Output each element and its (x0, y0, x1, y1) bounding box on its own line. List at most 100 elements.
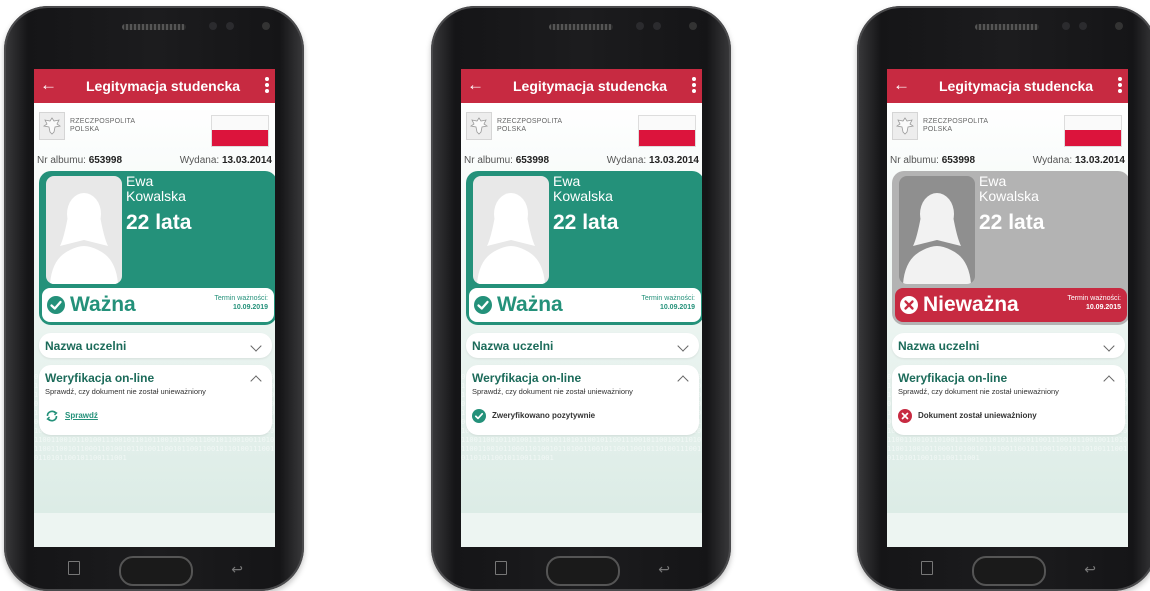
verification-title: Weryfikacja on-line (898, 371, 1008, 385)
chevron-down-icon[interactable] (1103, 340, 1115, 352)
university-panel[interactable]: Nazwa uczelni (892, 333, 1125, 358)
status-label: Ważna (497, 293, 563, 316)
recent-apps-icon[interactable] (495, 561, 507, 575)
university-panel[interactable]: Nazwa uczelni (466, 333, 699, 358)
arrow-left-icon[interactable]: ← (40, 75, 57, 95)
eagle-emblem-icon (892, 112, 918, 140)
validity-status: Ważna Termin ważności: 10.09.2019 (469, 288, 701, 322)
more-vert-icon[interactable] (1116, 75, 1124, 97)
student-age: 22 lata (979, 211, 1045, 234)
verification-title: Weryfikacja on-line (472, 371, 582, 385)
back-icon[interactable]: ↩ (231, 561, 243, 578)
flag-poland-icon (211, 115, 269, 147)
phone-mockup: ← Legitymacja studencka 010110110001101001… (431, 6, 731, 591)
verification-action-text: Dokument został unieważniony (918, 411, 1037, 420)
chevron-down-icon[interactable] (250, 340, 262, 352)
id-card: Ewa Kowalska 22 lata Ważna Termin ważności: 1… (39, 171, 275, 325)
front-camera (1115, 22, 1123, 30)
x-circle-icon (898, 409, 912, 423)
chevron-up-icon[interactable] (677, 375, 689, 387)
id-content: 0101101100011010010110100110010110011001… (34, 103, 275, 513)
phone-mockup: ← Legitymacja studencka 010110110001101001… (857, 6, 1150, 591)
check-circle-icon (474, 296, 492, 314)
university-label: Nazwa uczelni (472, 339, 554, 353)
front-camera (689, 22, 697, 30)
album-number: Nr albumu: 653998 (890, 155, 976, 166)
verification-action-text: Sprawdź (65, 411, 98, 420)
phone-nav-bar: ↩ (34, 547, 275, 591)
check-circle-icon (472, 409, 486, 423)
student-name: Ewa Kowalska (979, 173, 1039, 204)
more-vert-icon[interactable] (690, 75, 698, 97)
verification-title: Weryfikacja on-line (45, 371, 155, 385)
app-bar: ← Legitymacja studencka (34, 69, 275, 103)
phone-mockup: ← Legitymacja studencka 010110110001101001… (4, 6, 304, 591)
phone-nav-bar: ↩ (887, 547, 1128, 591)
expiry-date: Termin ważności: 10.09.2015 (1067, 295, 1121, 311)
recent-apps-icon[interactable] (921, 561, 933, 575)
id-card: Ewa Kowalska 22 lata Nieważna Termin ważnośc… (892, 171, 1128, 325)
front-sensor (209, 22, 217, 30)
validity-status: Ważna Termin ważności: 10.09.2019 (42, 288, 274, 322)
earpiece-speaker (549, 24, 613, 30)
phone-screen: ← Legitymacja studencka 010110110001101001… (34, 69, 275, 547)
student-name: Ewa Kowalska (553, 173, 613, 204)
eagle-emblem-icon (466, 112, 492, 140)
country-name: RZECZPOSPOLITA POLSKA (497, 118, 563, 133)
student-name: Ewa Kowalska (126, 173, 186, 204)
student-age: 22 lata (553, 211, 619, 234)
flag-poland-icon (1064, 115, 1122, 147)
arrow-left-icon[interactable]: ← (467, 75, 484, 95)
album-number: Nr albumu: 653998 (37, 155, 123, 166)
app-bar: ← Legitymacja studencka (887, 69, 1128, 103)
status-label: Ważna (70, 293, 136, 316)
id-content: 0101101100011010010110100110010110011001… (461, 103, 702, 513)
student-photo (46, 176, 122, 284)
expiry-date: Termin ważności: 10.09.2019 (214, 295, 268, 311)
home-button[interactable] (972, 556, 1046, 586)
front-sensor (1079, 22, 1087, 30)
expiry-date: Termin ważności: 10.09.2019 (641, 295, 695, 311)
issue-date: Wydana: 13.03.2014 (179, 155, 272, 166)
more-vert-icon[interactable] (263, 75, 271, 97)
app-title: Legitymacja studencka (86, 78, 241, 94)
back-icon[interactable]: ↩ (1084, 561, 1096, 578)
app-title: Legitymacja studencka (513, 78, 668, 94)
front-sensor (653, 22, 661, 30)
issue-date: Wydana: 13.03.2014 (1032, 155, 1125, 166)
front-camera (262, 22, 270, 30)
country-name: RZECZPOSPOLITA POLSKA (70, 118, 136, 133)
chevron-up-icon[interactable] (250, 375, 262, 387)
verification-panel: Weryfikacja on-line Sprawdź, czy dokument… (466, 365, 699, 435)
country-name: RZECZPOSPOLITA POLSKA (923, 118, 989, 133)
validity-status: Nieważna Termin ważności: 10.09.2015 (895, 288, 1127, 322)
verification-description: Sprawdź, czy dokument nie został unieważ… (898, 387, 1059, 396)
chevron-down-icon[interactable] (677, 340, 689, 352)
student-photo (473, 176, 549, 284)
phone-nav-bar: ↩ (461, 547, 702, 591)
university-panel[interactable]: Nazwa uczelni (39, 333, 272, 358)
student-photo (899, 176, 975, 284)
id-card: Ewa Kowalska 22 lata Ważna Termin ważności: 1… (466, 171, 702, 325)
verification-panel: Weryfikacja on-line Sprawdź, czy dokument… (892, 365, 1125, 435)
arrow-left-icon[interactable]: ← (893, 75, 910, 95)
app-title: Legitymacja studencka (939, 78, 1094, 94)
earpiece-speaker (975, 24, 1039, 30)
phone-screen: ← Legitymacja studencka 010110110001101001… (887, 69, 1128, 547)
check-circle-icon (47, 296, 65, 314)
home-button[interactable] (546, 556, 620, 586)
home-button[interactable] (119, 556, 193, 586)
verification-panel: Weryfikacja on-line Sprawdź, czy dokument… (39, 365, 272, 435)
back-icon[interactable]: ↩ (658, 561, 670, 578)
chevron-up-icon[interactable] (1103, 375, 1115, 387)
verification-action-text: Zweryfikowano pozytywnie (492, 411, 596, 420)
phone-screen: ← Legitymacja studencka 010110110001101001… (461, 69, 702, 547)
university-label: Nazwa uczelni (898, 339, 980, 353)
recent-apps-icon[interactable] (68, 561, 80, 575)
front-sensor (226, 22, 234, 30)
verification-description: Sprawdź, czy dokument nie został unieważ… (472, 387, 633, 396)
status-label: Nieważna (923, 293, 1019, 316)
album-number: Nr albumu: 653998 (464, 155, 550, 166)
verification-description: Sprawdź, czy dokument nie został unieważ… (45, 387, 206, 396)
eagle-emblem-icon (39, 112, 65, 140)
